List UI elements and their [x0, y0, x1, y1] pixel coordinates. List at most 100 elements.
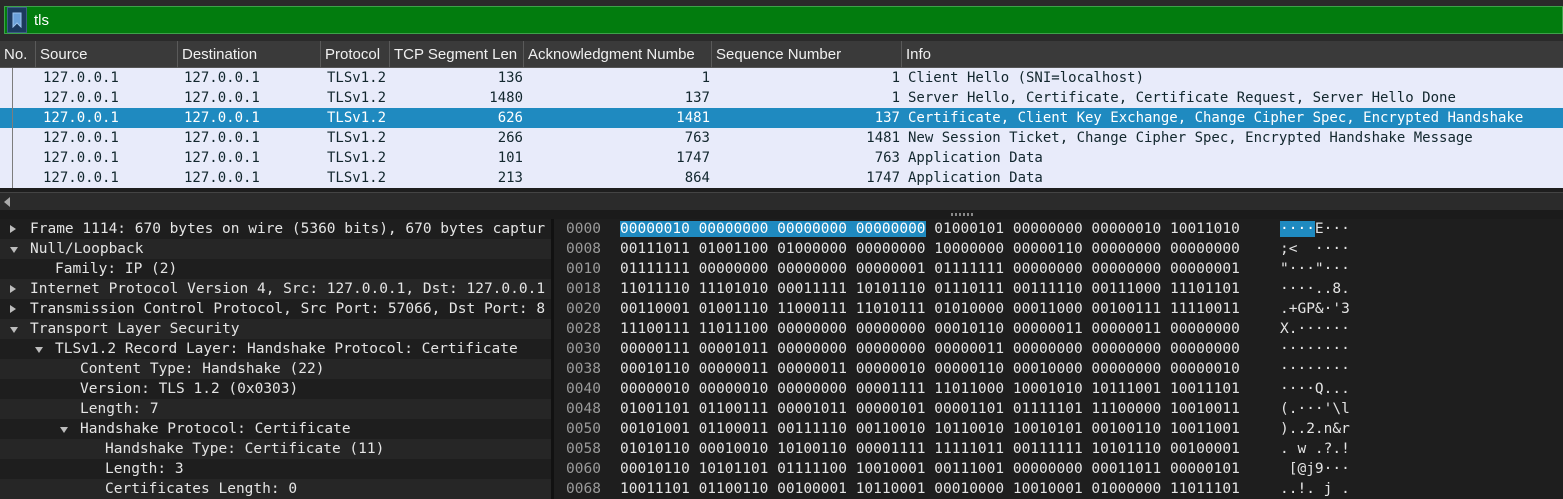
- hex-row[interactable]: 0000 00000010 00000000 00000000 00000000 …: [554, 219, 1563, 239]
- detail-tree-item[interactable]: Transport Layer Security: [0, 319, 551, 339]
- column-header-tcp-segment-len[interactable]: TCP Segment Len: [390, 41, 524, 68]
- hex-row[interactable]: 0018 11011110 11101010 00011111 10101110 …: [554, 279, 1563, 299]
- column-header-info[interactable]: Info: [902, 41, 1563, 68]
- collapsed-arrow-icon[interactable]: [10, 225, 16, 233]
- hex-bytes[interactable]: 11011110 11101010 00011111 10101110 0111…: [620, 279, 1240, 299]
- hex-bytes[interactable]: 01111111 00000000 00000000 00000001 0111…: [620, 259, 1240, 279]
- ascii-text[interactable]: .+GP&·'3: [1280, 299, 1350, 319]
- hex-bytes[interactable]: 00010110 00000011 00000011 00000010 0000…: [620, 359, 1240, 379]
- hex-row[interactable]: 0060 00010110 10101101 01111100 10010001 …: [554, 459, 1563, 479]
- detail-tree-item[interactable]: Length: 3: [0, 459, 551, 479]
- packet-row[interactable]: 127.0.0.1 127.0.0.1 TLSv1.2 136 1 1 Client Hel…: [0, 68, 1563, 88]
- hex-bytes[interactable]: 11100111 11011100 00000000 00000000 0001…: [620, 319, 1240, 339]
- ascii-text[interactable]: )..2.n&r: [1280, 419, 1350, 439]
- column-header-no[interactable]: No.: [0, 41, 36, 68]
- ascii-text[interactable]: ····..8.: [1280, 279, 1350, 299]
- detail-tree-item[interactable]: Certificates Length: 0: [0, 479, 551, 499]
- collapsed-arrow-icon[interactable]: [10, 305, 16, 313]
- hex-row[interactable]: 0068 10011101 01100110 00100001 10110001 …: [554, 479, 1563, 499]
- packet-cell-destination: 127.0.0.1: [184, 110, 260, 126]
- conversation-marker: [12, 168, 13, 188]
- packet-row[interactable]: 127.0.0.1 127.0.0.1 TLSv1.2 101 1747 763 Appli…: [0, 148, 1563, 168]
- ascii-text[interactable]: ;< ····: [1280, 239, 1350, 259]
- hex-bytes[interactable]: 00110001 01001110 11000111 11010111 0101…: [620, 299, 1240, 319]
- splitter-grip-icon[interactable]: [951, 213, 973, 216]
- detail-tree-item[interactable]: Internet Protocol Version 4, Src: 127.0.…: [0, 279, 551, 299]
- detail-tree-item[interactable]: Length: 7: [0, 399, 551, 419]
- hex-row[interactable]: 0008 00111011 01001100 01000000 00000000 …: [554, 239, 1563, 259]
- ascii-text[interactable]: . w .?.!: [1280, 439, 1350, 459]
- expanded-arrow-icon[interactable]: [10, 247, 18, 253]
- detail-tree-item[interactable]: TLSv1.2 Record Layer: Handshake Protocol…: [0, 339, 551, 359]
- detail-tree-item[interactable]: Handshake Type: Certificate (11): [0, 439, 551, 459]
- hex-row[interactable]: 0058 01010110 00010010 10100110 00001111 …: [554, 439, 1563, 459]
- packet-row[interactable]: 127.0.0.1 127.0.0.1 TLSv1.2 1480 137 1 Server …: [0, 88, 1563, 108]
- bookmark-icon[interactable]: [7, 7, 27, 33]
- hex-bytes[interactable]: 00000010 00000010 00000000 00001111 1101…: [620, 379, 1240, 399]
- hex-bytes[interactable]: 00010110 10101101 01111100 10010001 0011…: [620, 459, 1240, 479]
- detail-tree-item[interactable]: Version: TLS 1.2 (0x0303): [0, 379, 551, 399]
- scroll-left-arrow-icon[interactable]: [4, 197, 10, 207]
- ascii-text[interactable]: ········: [1280, 359, 1350, 379]
- hex-offset: 0050: [566, 421, 601, 437]
- expanded-arrow-icon[interactable]: [60, 427, 68, 433]
- hex-bytes[interactable]: 00101001 01100011 00111110 00110010 1011…: [620, 419, 1240, 439]
- packet-cell-info: Client Hello (SNI=localhost): [908, 70, 1145, 86]
- column-header-source[interactable]: Source: [36, 41, 178, 68]
- expanded-arrow-icon[interactable]: [35, 347, 43, 353]
- ascii-text[interactable]: X.······: [1280, 319, 1350, 339]
- ascii-text[interactable]: "···"···: [1280, 259, 1350, 279]
- hex-row[interactable]: 0038 00010110 00000011 00000011 00000010 …: [554, 359, 1563, 379]
- ascii-text[interactable]: [@j9···: [1280, 459, 1350, 479]
- conversation-marker: [12, 88, 13, 108]
- hex-bytes[interactable]: 00000010 00000000 00000000 00000000 0100…: [620, 219, 1240, 239]
- packet-row[interactable]: 127.0.0.1 127.0.0.1 TLSv1.2 266 763 1481 New S…: [0, 128, 1563, 148]
- ascii-text[interactable]: ····E···: [1280, 219, 1350, 239]
- ascii-text-rest: ;< ····: [1280, 241, 1350, 257]
- detail-tree-item[interactable]: Content Type: Handshake (22): [0, 359, 551, 379]
- packet-row[interactable]: 127.0.0.1 127.0.0.1 TLSv1.2 626 1481 137 Certi…: [0, 108, 1563, 128]
- hex-bytes[interactable]: 01001101 01100111 00001011 00000101 0000…: [620, 399, 1240, 419]
- hex-bytes-text: 00101001 01100011 00111110 00110010 1011…: [620, 421, 1240, 437]
- hex-bytes[interactable]: 10011101 01100110 00100001 10110001 0001…: [620, 479, 1240, 499]
- column-header-protocol[interactable]: Protocol: [321, 41, 390, 68]
- detail-tree-item[interactable]: Transmission Control Protocol, Src Port:…: [0, 299, 551, 319]
- detail-tree-item[interactable]: Family: IP (2): [0, 259, 551, 279]
- hex-row[interactable]: 0050 00101001 01100011 00111110 00110010 …: [554, 419, 1563, 439]
- hex-bytes[interactable]: 01010110 00010010 10100110 00001111 1111…: [620, 439, 1240, 459]
- packet-cell-source: 127.0.0.1: [43, 150, 119, 166]
- column-header-ack-number[interactable]: Acknowledgment Numbe: [524, 41, 712, 68]
- hex-offset: 0010: [566, 261, 601, 277]
- hex-offset: 0068: [566, 481, 601, 497]
- packet-cell-seg-len: 266: [497, 130, 523, 146]
- packet-cell-protocol: TLSv1.2: [327, 110, 387, 126]
- collapsed-arrow-icon[interactable]: [10, 285, 16, 293]
- display-filter-input[interactable]: tls: [4, 6, 1563, 34]
- ascii-text[interactable]: ····Q...: [1280, 379, 1350, 399]
- column-header-destination[interactable]: Destination: [178, 41, 321, 68]
- column-header-seq-number[interactable]: Sequence Number: [712, 41, 902, 68]
- hex-row[interactable]: 0040 00000010 00000010 00000000 00001111 …: [554, 379, 1563, 399]
- hex-row[interactable]: 0010 01111111 00000000 00000000 00000001 …: [554, 259, 1563, 279]
- ascii-text[interactable]: ..!. j .: [1280, 479, 1350, 499]
- detail-tree-item[interactable]: Handshake Protocol: Certificate: [0, 419, 551, 439]
- hex-bytes[interactable]: 00111011 01001100 01000000 00000000 1000…: [620, 239, 1240, 259]
- hex-bytes[interactable]: 00000111 00001011 00000000 00000000 0000…: [620, 339, 1240, 359]
- conversation-marker: [12, 128, 13, 148]
- detail-tree-item[interactable]: Frame 1114: 670 bytes on wire (5360 bits…: [0, 219, 551, 239]
- packet-row[interactable]: 127.0.0.1 127.0.0.1 TLSv1.2 213 864 1747 Appli…: [0, 168, 1563, 188]
- hex-row[interactable]: 0030 00000111 00001011 00000000 00000000 …: [554, 339, 1563, 359]
- hex-row[interactable]: 0020 00110001 01001110 11000111 11010111 …: [554, 299, 1563, 319]
- packet-rows: 127.0.0.1 127.0.0.1 TLSv1.2 136 1 1 Client Hel…: [0, 68, 1563, 188]
- hex-row[interactable]: 0048 01001101 01100111 00001011 00000101 …: [554, 399, 1563, 419]
- packet-list-horizontal-scrollbar[interactable]: [0, 192, 1563, 210]
- ascii-text[interactable]: ········: [1280, 339, 1350, 359]
- expanded-arrow-icon[interactable]: [10, 327, 18, 333]
- pane-splitter[interactable]: [0, 210, 1563, 219]
- hex-offset: 0028: [566, 321, 601, 337]
- detail-tree-item[interactable]: Null/Loopback: [0, 239, 551, 259]
- ascii-text[interactable]: (.···'\l: [1280, 399, 1350, 419]
- ascii-text-rest: ..!. j .: [1280, 481, 1350, 497]
- ascii-text-rest: ····Q...: [1280, 381, 1350, 397]
- hex-row[interactable]: 0028 11100111 11011100 00000000 00000000 …: [554, 319, 1563, 339]
